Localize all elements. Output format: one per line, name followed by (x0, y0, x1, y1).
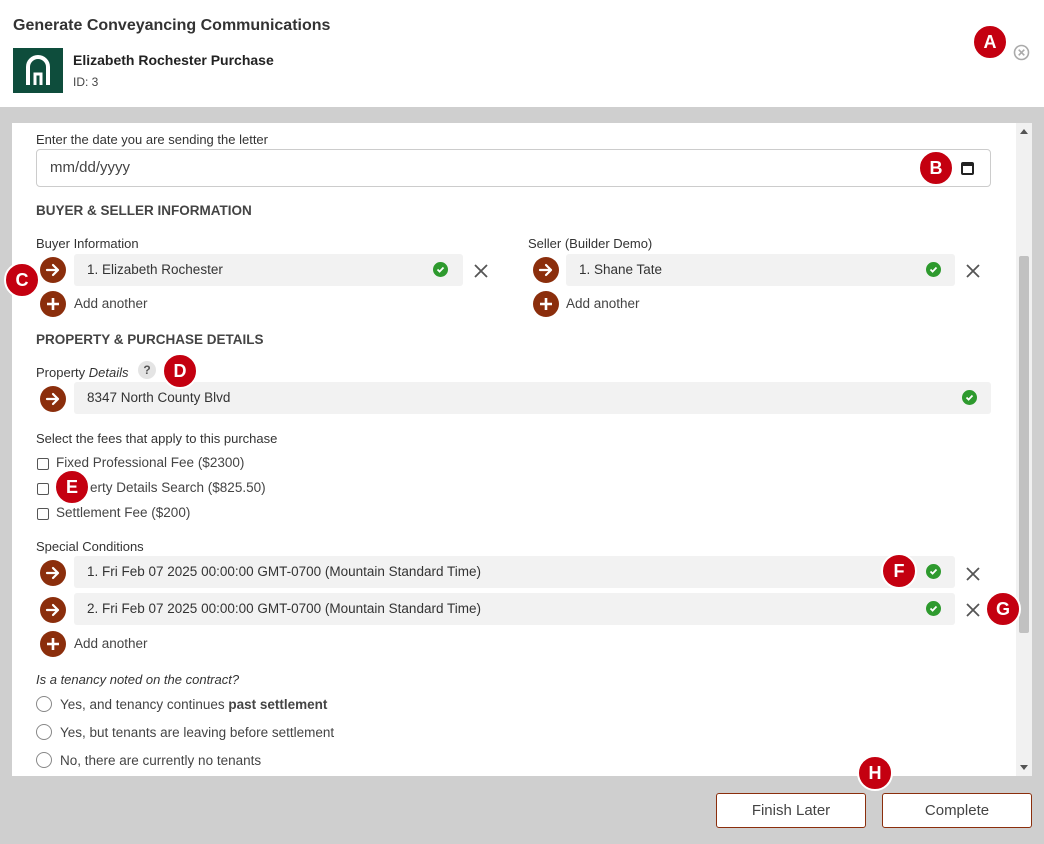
check-circle-icon (926, 564, 941, 579)
fee-checkbox[interactable] (37, 508, 49, 520)
dialog-title: Generate Conveyancing Communications (13, 17, 331, 34)
arrow-right-icon[interactable] (40, 597, 66, 623)
tenancy-radio[interactable] (36, 752, 52, 768)
buyer-seller-section-title: BUYER & SELLER INFORMATION (36, 203, 252, 218)
property-label-italic: Details (88, 365, 129, 380)
plus-icon[interactable] (40, 291, 66, 317)
tenancy-option: Yes, but tenants are leaving before sett… (60, 725, 335, 740)
check-circle-icon (926, 262, 941, 277)
finish-later-button[interactable]: Finish Later (716, 793, 866, 828)
plus-icon[interactable] (533, 291, 559, 317)
annotation-marker-e: E (54, 469, 90, 505)
check-circle-icon (962, 390, 977, 405)
close-icon[interactable] (966, 264, 980, 278)
fee-label: Fixed Professional Fee ($2300) (56, 455, 245, 470)
calendar-icon[interactable] (961, 162, 974, 175)
special-condition-item[interactable]: 1. Fri Feb 07 2025 00:00:00 GMT-0700 (Mo… (74, 556, 955, 588)
tenancy-question: Is a tenancy noted on the contract? (36, 672, 240, 687)
fee-label: erty Details Search ($825.50) (90, 480, 266, 495)
annotation-marker-f: F (881, 553, 917, 589)
plus-icon[interactable] (40, 631, 66, 657)
add-seller-link[interactable]: Add another (566, 296, 640, 311)
property-value[interactable]: 8347 North County Blvd (74, 382, 991, 414)
arrow-right-icon[interactable] (40, 560, 66, 586)
property-section-title: PROPERTY & PURCHASE DETAILS (36, 332, 264, 347)
add-buyer-link[interactable]: Add another (74, 296, 148, 311)
close-circle-icon[interactable] (1013, 44, 1030, 61)
annotation-marker-g: G (985, 591, 1021, 627)
close-icon[interactable] (474, 264, 488, 278)
fee-checkbox[interactable] (37, 458, 49, 470)
scroll-down-icon[interactable] (1020, 765, 1028, 770)
buyer-label: Buyer Information (36, 236, 139, 251)
fee-label: Settlement Fee ($200) (56, 505, 191, 520)
scroll-up-icon[interactable] (1020, 129, 1028, 134)
tenancy-radio[interactable] (36, 724, 52, 740)
property-label-text: Property (36, 365, 89, 380)
fees-label: Select the fees that apply to this purch… (36, 431, 278, 446)
close-icon[interactable] (966, 603, 980, 617)
tenancy-option-text: Yes, and tenancy continues (60, 697, 229, 712)
fee-checkbox[interactable] (37, 483, 49, 495)
logo (13, 48, 63, 93)
tenancy-option-bold: past settlement (228, 697, 328, 712)
arrow-right-icon[interactable] (40, 386, 66, 412)
buyer-item[interactable]: 1. Elizabeth Rochester (74, 254, 463, 286)
help-icon[interactable]: ? (138, 361, 156, 379)
date-label: Enter the date you are sending the lette… (36, 132, 268, 147)
close-icon[interactable] (966, 567, 980, 581)
scroll-thumb[interactable] (1019, 256, 1029, 633)
check-circle-icon (926, 601, 941, 616)
add-condition-link[interactable]: Add another (74, 636, 148, 651)
scrollbar[interactable] (1016, 123, 1032, 776)
case-name: Elizabeth Rochester Purchase (73, 52, 274, 68)
annotation-marker-h: H (857, 755, 893, 791)
case-id: ID: 3 (73, 75, 99, 89)
seller-item[interactable]: 1. Shane Tate (566, 254, 955, 286)
annotation-marker-c: C (4, 262, 40, 298)
dialog-header: Generate Conveyancing Communications Eli… (0, 0, 1044, 107)
form-panel: Enter the date you are sending the lette… (12, 123, 1032, 776)
seller-label: Seller (Builder Demo) (528, 236, 653, 251)
complete-button[interactable]: Complete (882, 793, 1032, 828)
tenancy-option: Yes, and tenancy continues past settleme… (60, 697, 327, 712)
property-label: Property Details (36, 365, 129, 380)
special-conditions-label: Special Conditions (36, 539, 144, 554)
tenancy-radio[interactable] (36, 696, 52, 712)
date-input[interactable]: mm/dd/yyyy (36, 149, 991, 187)
annotation-marker-b: B (918, 150, 954, 186)
annotation-marker-d: D (162, 353, 198, 389)
check-circle-icon (433, 262, 448, 277)
annotation-marker-a: A (972, 24, 1008, 60)
arrow-right-icon[interactable] (533, 257, 559, 283)
tenancy-option: No, there are currently no tenants (60, 753, 262, 768)
special-condition-item[interactable]: 2. Fri Feb 07 2025 00:00:00 GMT-0700 (Mo… (74, 593, 955, 625)
arrow-right-icon[interactable] (40, 257, 66, 283)
